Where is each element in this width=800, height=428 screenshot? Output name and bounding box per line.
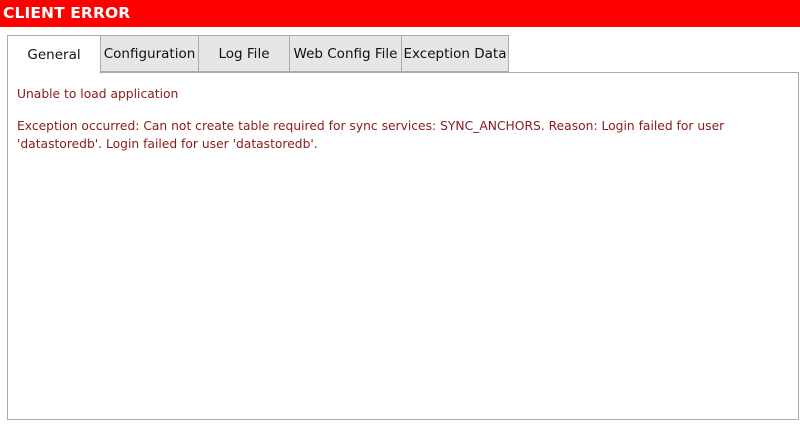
tab-web-config-file[interactable]: Web Config File: [290, 35, 402, 72]
window-title: CLIENT ERROR: [3, 4, 131, 22]
tab-log-file[interactable]: Log File: [199, 35, 290, 72]
tab-exception-data-label: Exception Data: [403, 45, 507, 62]
tab-general[interactable]: General: [7, 35, 101, 74]
tab-strip: General Configuration Log File Web Confi…: [7, 35, 509, 74]
exception-message: Exception occurred: Can not create table…: [17, 119, 725, 151]
tab-configuration-label: Configuration: [103, 45, 196, 62]
window-title-bar: CLIENT ERROR: [0, 0, 800, 27]
tab-log-file-label: Log File: [218, 45, 270, 62]
tab-web-config-file-label: Web Config File: [293, 45, 398, 62]
tab-configuration[interactable]: Configuration: [101, 35, 199, 72]
error-heading: Unable to load application: [17, 87, 179, 101]
tab-exception-data[interactable]: Exception Data: [402, 35, 509, 72]
tab-general-label: General: [27, 47, 81, 63]
general-tab-panel: Unable to load application Exception occ…: [7, 72, 799, 420]
